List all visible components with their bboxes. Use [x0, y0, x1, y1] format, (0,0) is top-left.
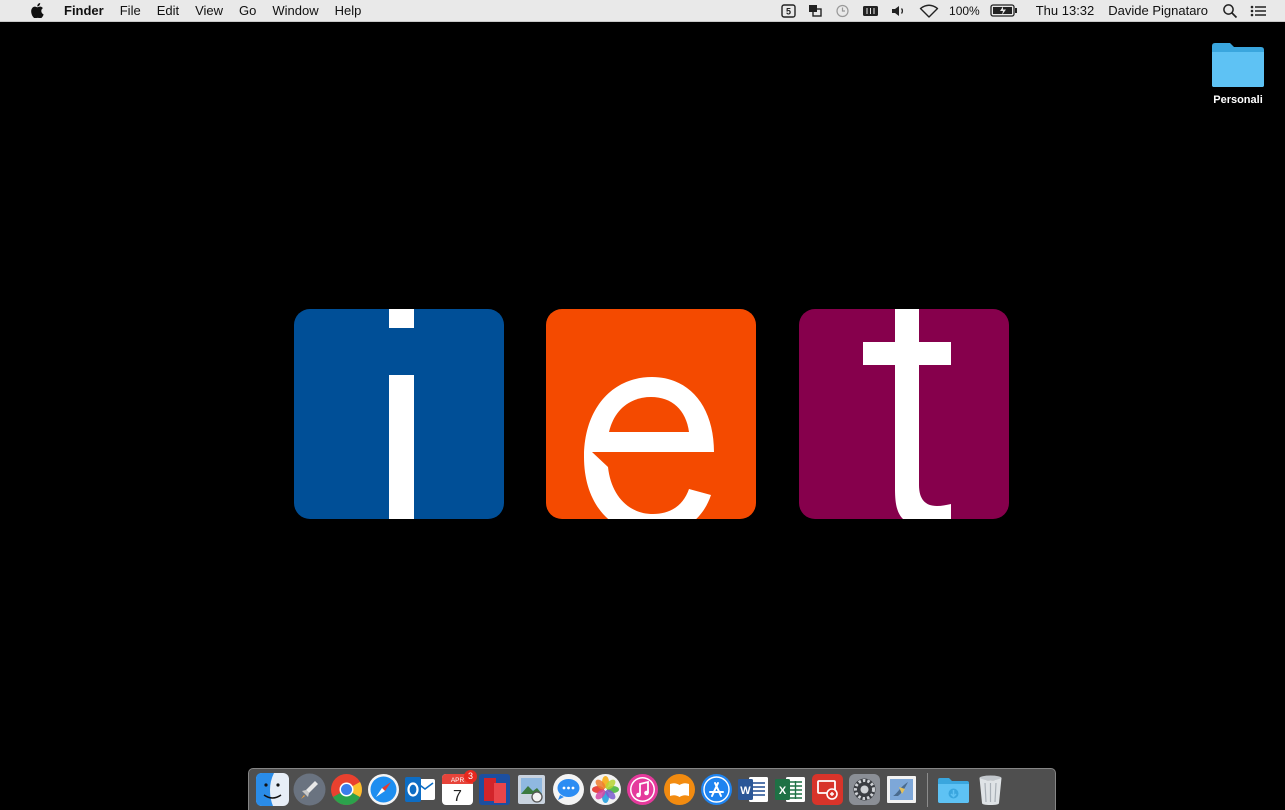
- calendar-month: APR: [451, 777, 465, 784]
- dock-messages[interactable]: [552, 773, 585, 806]
- menu-go[interactable]: Go: [231, 0, 264, 22]
- calendar-day: 7: [453, 788, 462, 805]
- safari-icon: [368, 774, 399, 805]
- user-menu[interactable]: Davide Pignataro: [1108, 3, 1208, 18]
- five-icon[interactable]: 5: [781, 3, 796, 18]
- dock-chrome[interactable]: [330, 773, 363, 806]
- chrome-icon: [331, 774, 362, 805]
- trash-icon: [979, 775, 1002, 805]
- mail-app-icon: [887, 776, 916, 803]
- excel-letter: X: [779, 785, 787, 797]
- dock-safari[interactable]: [367, 773, 400, 806]
- dock-app-store[interactable]: [700, 773, 733, 806]
- desktop-folder-personali[interactable]: Personali: [1196, 40, 1280, 106]
- dock-parallels[interactable]: [478, 773, 511, 806]
- word-letter: W: [740, 785, 751, 797]
- itunes-icon: [627, 774, 658, 805]
- battery-percent[interactable]: 100%: [949, 4, 980, 18]
- dock-preview[interactable]: [515, 773, 548, 806]
- wifi-icon[interactable]: [919, 4, 939, 18]
- app-store-icon: [701, 774, 732, 805]
- menu-app-name[interactable]: Finder: [64, 0, 112, 22]
- wallpaper-logo-e: [546, 309, 756, 519]
- dock-calendar[interactable]: APR 7 3: [441, 770, 477, 806]
- dock-system-preferences[interactable]: [848, 773, 881, 806]
- screen-share-icon[interactable]: [808, 4, 823, 18]
- ibooks-icon: [664, 774, 695, 805]
- menubar-clock[interactable]: Thu 13:32: [1036, 3, 1095, 18]
- menu-view[interactable]: View: [187, 0, 231, 22]
- menu-window[interactable]: Window: [264, 0, 326, 22]
- spotlight-search-icon[interactable]: [1222, 3, 1238, 19]
- dock-word[interactable]: W: [737, 773, 770, 806]
- dock-itunes[interactable]: [626, 773, 659, 806]
- launchpad-icon: [293, 773, 326, 806]
- dock-downloads-folder[interactable]: [937, 773, 970, 806]
- time-machine-icon[interactable]: [835, 4, 850, 18]
- dock-photos[interactable]: [589, 773, 622, 806]
- dock-mail-app[interactable]: [885, 773, 918, 806]
- downloads-folder-icon: [938, 778, 969, 803]
- messages-icon: [553, 774, 584, 805]
- excel-icon: X: [775, 777, 805, 802]
- parallels-icon: [479, 774, 510, 805]
- notification-center-icon[interactable]: [1250, 4, 1267, 18]
- outlook-icon: [405, 777, 435, 802]
- wallpaper-logo-i: [294, 309, 504, 519]
- wallpaper-logo-t: [799, 309, 1009, 519]
- menu-bar: Finder File Edit View Go Window Help 5 1…: [0, 0, 1285, 22]
- apple-menu-icon[interactable]: [30, 3, 44, 18]
- dock-outlook[interactable]: [404, 773, 437, 806]
- menu-edit[interactable]: Edit: [149, 0, 187, 22]
- dock-ibooks[interactable]: [663, 773, 696, 806]
- dock: APR 7 3 W X: [248, 768, 1056, 810]
- battery-icon[interactable]: [990, 4, 1018, 17]
- word-icon: W: [738, 777, 768, 802]
- menu-help[interactable]: Help: [327, 0, 370, 22]
- dock-launchpad[interactable]: [293, 773, 326, 806]
- dock-finder[interactable]: [256, 773, 289, 806]
- finder-icon: [256, 773, 289, 806]
- svg-text:5: 5: [786, 6, 791, 16]
- remote-desktop-icon: [812, 774, 843, 805]
- dock-remote-desktop[interactable]: [811, 773, 844, 806]
- system-preferences-icon: [849, 774, 880, 805]
- folder-icon: [1212, 43, 1264, 87]
- menu-file[interactable]: File: [112, 0, 149, 22]
- dock-excel[interactable]: X: [774, 773, 807, 806]
- preview-icon: [518, 775, 545, 804]
- calendar-badge: 3: [464, 770, 477, 783]
- desktop-folder-label: Personali: [1213, 94, 1263, 106]
- volume-icon[interactable]: [891, 5, 907, 17]
- dock-separator: [927, 772, 928, 807]
- photos-icon: [590, 774, 621, 805]
- battery-meter-icon[interactable]: [862, 5, 879, 17]
- dock-trash[interactable]: [974, 773, 1007, 806]
